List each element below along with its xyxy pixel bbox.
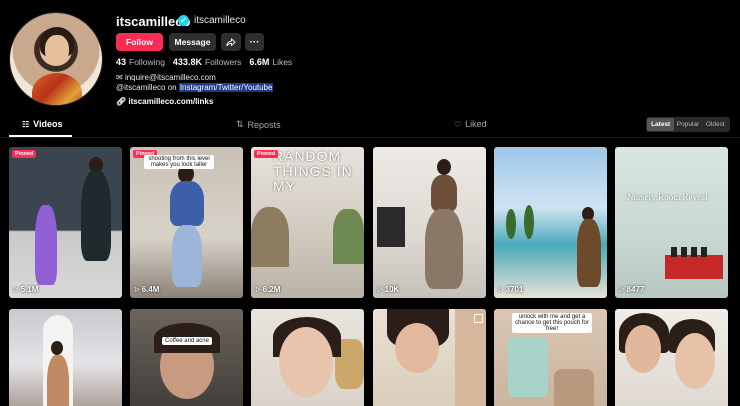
video-views: ▷ 6.4M (135, 285, 160, 294)
share-button[interactable] (221, 33, 241, 51)
follow-button[interactable]: Follow (116, 33, 163, 51)
video-views: ▷ 10K (378, 285, 400, 294)
likes-stat: 6.6M Likes (249, 57, 293, 67)
video-thumbnail[interactable]: Pinned shooting from this level makes yo… (130, 147, 243, 298)
profile-stats: 43 Following 433.8K Followers 6.6M Likes (116, 57, 292, 67)
grid-icon: ☷ (22, 119, 30, 129)
video-views: ▷ 3701 (499, 285, 524, 294)
pinned-badge: Pinned (254, 150, 279, 158)
sort-segmented-control: Latest Popular Oldest (646, 117, 730, 132)
video-thumbnail[interactable]: Pinned ▷ 5.1M (9, 147, 122, 298)
pinned-badge: Pinned (12, 150, 37, 158)
play-icon: ▷ (135, 287, 140, 293)
video-thumbnail[interactable] (615, 309, 728, 406)
sort-oldest[interactable]: Oldest (702, 118, 729, 131)
share-icon (226, 37, 236, 46)
video-thumbnail[interactable] (251, 309, 364, 406)
video-caption: Coffee and acne (162, 337, 212, 345)
video-overlay-text: RANDOM THINGS IN MY (273, 148, 353, 194)
sort-latest[interactable]: Latest (647, 118, 675, 131)
video-views: ▷ 5.1M (14, 285, 39, 294)
video-thumbnail[interactable]: Nursery Room Reveal ▷ 8477 (615, 147, 728, 298)
repost-icon: ⇅ (236, 119, 244, 129)
link-icon: 🔗︎ (116, 97, 127, 106)
video-caption: unlock with me and get a chance to get t… (512, 313, 592, 333)
profile-link[interactable]: 🔗︎ itscamilleco.com/links (116, 97, 213, 106)
video-thumbnail[interactable] (9, 309, 122, 406)
profile-avatar (9, 12, 103, 106)
mail-icon: ✉ (116, 73, 123, 82)
video-thumbnail[interactable]: unlock with me and get a chance to get t… (494, 309, 607, 406)
followers-stat[interactable]: 433.8K Followers (173, 57, 241, 67)
bio-highlighted-text: Instagram/Twitter/Youtube (178, 83, 274, 92)
sort-popular[interactable]: Popular (674, 118, 701, 131)
more-options-button[interactable]: ··· (245, 33, 264, 51)
video-views: ▷ 6.2M (256, 285, 281, 294)
following-stat[interactable]: 43 Following (116, 57, 165, 67)
play-icon: ▷ (378, 287, 383, 293)
video-thumbnail[interactable]: ▷ 10K (373, 147, 486, 298)
verified-badge-icon: ✓ (178, 15, 189, 26)
video-thumbnail[interactable]: ▷ 3701 (494, 147, 607, 298)
expand-icon (474, 314, 483, 323)
video-thumbnail[interactable]: RANDOM THINGS IN MY Pinned ▷ 6.2M (251, 147, 364, 298)
tab-videos[interactable]: ☷ Videos (22, 119, 63, 129)
profile-nickname: itscamilleco (194, 15, 246, 26)
play-icon: ▷ (620, 287, 625, 293)
tab-reposts[interactable]: ⇅ Reposts (236, 119, 281, 130)
video-thumbnail[interactable]: Coffee and acne (130, 309, 243, 406)
play-icon: ▷ (256, 287, 261, 293)
message-button[interactable]: Message (169, 33, 216, 51)
video-views: ▷ 8477 (620, 285, 645, 294)
bio-email-line: ✉ inquire@itscamilleco.com (116, 73, 216, 82)
profile-tabs: ☷ Videos ⇅ Reposts ♡ Liked (0, 115, 740, 138)
play-icon: ▷ (14, 287, 19, 293)
video-overlay-text: Nursery Room Reveal (627, 192, 708, 202)
heart-outline-icon: ♡ (454, 119, 462, 129)
video-thumbnail[interactable] (373, 309, 486, 406)
play-icon: ▷ (499, 287, 504, 293)
tabs-divider (0, 137, 740, 138)
bio-social-line: @itscamilleco on Instagram/Twitter/Youtu… (116, 83, 274, 92)
video-caption: shooting from this level makes you look … (144, 155, 214, 169)
tab-liked[interactable]: ♡ Liked (454, 119, 487, 129)
